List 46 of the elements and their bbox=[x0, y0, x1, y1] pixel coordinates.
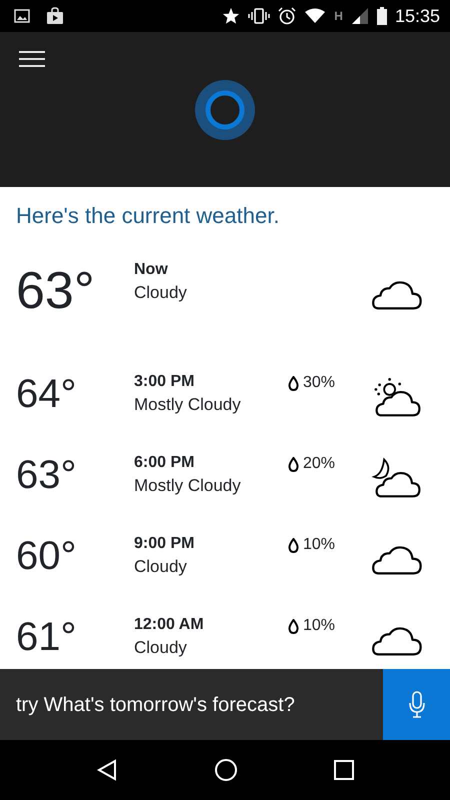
condition-label: Mostly Cloudy bbox=[134, 474, 242, 496]
condition-label: Cloudy bbox=[134, 282, 188, 304]
time-label: 9:00 PM bbox=[134, 534, 196, 554]
condition-label: Cloudy bbox=[134, 636, 188, 658]
suggestion-text: try What's tomorrow's forecast? bbox=[15, 692, 296, 718]
image-icon bbox=[14, 9, 30, 23]
precipitation-chance: 10% bbox=[303, 616, 336, 636]
time-label: 12:00 AM bbox=[134, 614, 205, 634]
star-icon bbox=[222, 7, 240, 25]
vibrate-icon bbox=[248, 8, 270, 24]
alarm-icon bbox=[278, 7, 296, 25]
response-heading: Here's the current weather. bbox=[16, 202, 280, 230]
precipitation-chance: 30% bbox=[303, 373, 336, 393]
clock-time: 15:35 bbox=[394, 4, 440, 28]
microphone-icon bbox=[408, 690, 426, 718]
temperature: 60° bbox=[16, 536, 78, 576]
assistant-ring-icon bbox=[194, 78, 256, 140]
time-label: Now bbox=[134, 260, 169, 280]
temperature: 64° bbox=[16, 374, 78, 414]
condition-label: Cloudy bbox=[134, 556, 188, 578]
signal-icon bbox=[350, 7, 369, 25]
shopping-bag-icon bbox=[46, 7, 64, 25]
battery-icon bbox=[376, 7, 387, 25]
recents-icon bbox=[334, 760, 354, 780]
raindrop-icon bbox=[288, 538, 299, 552]
network-type: H bbox=[334, 8, 343, 24]
time-label: 6:00 PM bbox=[134, 452, 196, 472]
raindrop-icon bbox=[288, 618, 299, 634]
current-temperature: 63° bbox=[16, 265, 96, 317]
raindrop-icon bbox=[288, 376, 299, 390]
home-button[interactable] bbox=[214, 758, 238, 782]
wifi-icon bbox=[304, 8, 326, 24]
back-button[interactable] bbox=[96, 759, 118, 781]
precipitation-chance: 20% bbox=[303, 454, 336, 474]
menu-icon bbox=[18, 50, 46, 68]
time-label: 3:00 PM bbox=[134, 372, 196, 392]
microphone-button[interactable] bbox=[383, 669, 450, 740]
menu-button[interactable] bbox=[18, 50, 46, 68]
temperature: 61° bbox=[16, 616, 78, 656]
back-icon bbox=[96, 759, 118, 781]
raindrop-icon bbox=[288, 456, 299, 472]
home-icon bbox=[214, 758, 238, 782]
condition-label: Mostly Cloudy bbox=[134, 394, 242, 416]
precipitation-chance: 10% bbox=[303, 535, 336, 555]
temperature: 63° bbox=[16, 454, 78, 494]
recents-button[interactable] bbox=[334, 760, 354, 780]
